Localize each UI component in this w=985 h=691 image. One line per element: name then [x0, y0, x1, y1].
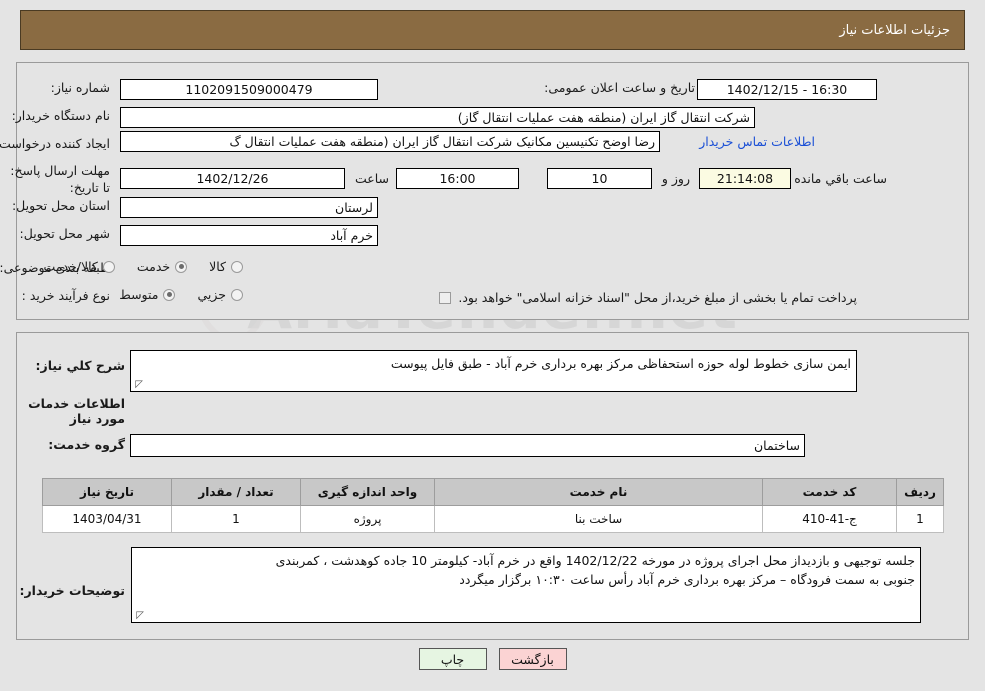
service-group-value: ساختمان	[130, 434, 805, 457]
col-name: نام خدمت	[434, 478, 763, 506]
cell-code: ج-41-410	[762, 505, 897, 533]
col-quantity: تعداد / مقدار	[171, 478, 301, 506]
category-option-label-0: کالا	[209, 259, 226, 274]
back-button[interactable]: بازگشت	[498, 648, 567, 670]
buyer-notes-line-2: جنوبی به سمت فرودگاه – مرکز بهره برداری …	[459, 572, 915, 588]
deadline-label: مهلت ارسال پاسخ: تا تاریخ:	[10, 163, 110, 195]
page-root: جزئیات اطلاعات نیاز AriaTender.net شماره…	[0, 0, 985, 691]
col-code: کد خدمت	[762, 478, 897, 506]
request-creator-label: ایجاد کننده درخواست:	[0, 136, 110, 151]
col-date: تاریخ نیاز	[42, 478, 172, 506]
buyer-notes-label: توضیحات خریدار:	[19, 583, 125, 598]
category-option-2[interactable]: کالا/خدمت	[43, 259, 115, 274]
need-summary-label: شرح کلي نیاز:	[35, 358, 125, 373]
process-option-label-0: جزیي	[197, 287, 226, 302]
request-creator-value: رضا اوضح تکنیسین مکانیک شرکت انتقال گاز …	[120, 131, 660, 152]
hour-label: ساعت	[354, 171, 389, 186]
countdown-label: ساعت باقي مانده	[794, 171, 887, 186]
remaining-days-value: 10	[547, 168, 652, 189]
print-button[interactable]: چاپ	[418, 648, 487, 670]
announce-label-row: تاریخ و ساعت اعلان عمومی:	[544, 80, 695, 95]
category-radio-2[interactable]	[102, 260, 115, 273]
buyer-org-label: نام دستگاه خریدار:	[11, 108, 110, 123]
category-option-label-1: خدمت	[136, 259, 171, 274]
process-option-1[interactable]: متوسط	[119, 287, 176, 302]
remaining-days-label: روز و	[661, 171, 690, 186]
buyer-notes-line-1: جلسه توجیهی و بازدیداز محل اجرای پروژه د…	[275, 553, 915, 568]
process-label-row: نوع فرآیند خرید :	[22, 288, 110, 303]
category-radio-1[interactable]	[175, 260, 188, 273]
services-table: ردیف کد خدمت نام خدمت واحد اندازه گیری ت…	[42, 478, 944, 533]
page-title-bar: جزئیات اطلاعات نیاز	[20, 10, 965, 50]
table-row: 1 ج-41-410 ساخت بنا پروژه 1 1403/04/31	[42, 505, 944, 533]
buyer-notes-textarea[interactable]: جلسه توجیهی و بازدیداز محل اجرای پروژه د…	[131, 547, 921, 623]
category-option-label-2: کالا/خدمت	[43, 259, 98, 274]
cell-date: 1403/04/31	[42, 505, 172, 533]
category-option-1[interactable]: خدمت	[136, 259, 188, 274]
services-section-heading: اطلاعات خدمات مورد نیاز	[28, 396, 125, 426]
need-info-panel	[16, 62, 969, 320]
deadline-date-value: 1402/12/26	[120, 168, 345, 189]
city-label-row: شهر محل تحویل:	[20, 226, 110, 241]
process-radio-1[interactable]	[163, 288, 176, 301]
page-title: جزئیات اطلاعات نیاز	[839, 22, 950, 38]
cell-index: 1	[896, 505, 944, 533]
process-option-label-1: متوسط	[119, 287, 159, 302]
resize-grip-icon[interactable]: ◸	[133, 380, 143, 390]
need-summary-value: ایمن سازی خطوط لوله حوزه استحفاظی مرکز ب…	[390, 356, 851, 371]
category-option-0[interactable]: کالا	[209, 259, 243, 274]
need-summary-textarea[interactable]: ایمن سازی خطوط لوله حوزه استحفاظی مرکز ب…	[130, 350, 857, 392]
process-option-0[interactable]: جزیي	[197, 287, 243, 302]
buyer-contact-link[interactable]: اطلاعات تماس خریدار	[699, 134, 815, 149]
cell-name: ساخت بنا	[434, 505, 763, 533]
table-header-row: ردیف کد خدمت نام خدمت واحد اندازه گیری ت…	[42, 478, 944, 506]
treasury-checkbox[interactable]	[439, 292, 451, 304]
delivery-city-label: شهر محل تحویل:	[19, 226, 110, 241]
footer-button-bar: بازگشت چاپ	[0, 648, 985, 670]
delivery-province-value: لرستان	[120, 197, 378, 218]
province-label-row: استان محل تحویل:	[12, 198, 110, 213]
buyer-org-value: شرکت انتقال گاز ایران (منطقه هفت عملیات …	[120, 107, 755, 128]
category-radio-0[interactable]	[231, 260, 243, 273]
announce-datetime-label: تاریخ و ساعت اعلان عمومی:	[544, 80, 695, 95]
cell-quantity: 1	[171, 505, 301, 533]
category-radio-set: کالا خدمت کالا/خدمت	[43, 259, 243, 274]
announce-datetime-value: 16:30 - 1402/12/15	[697, 79, 877, 100]
service-group-label: گروه خدمت:	[48, 437, 125, 452]
need-number-label-row: شماره نیاز:	[51, 80, 110, 95]
cell-unit: پروژه	[300, 505, 435, 533]
buyer-label-row: نام دستگاه خریدار:	[12, 108, 110, 123]
process-radio-0[interactable]	[231, 288, 243, 301]
hour-value: 16:00	[396, 168, 519, 189]
deadline-label-row: مهلت ارسال پاسخ: تا تاریخ:	[5, 163, 110, 197]
col-unit: واحد اندازه گیری	[300, 478, 435, 506]
resize-grip-icon[interactable]: ◸	[134, 611, 144, 621]
need-number-value: 1102091509000479	[120, 79, 378, 100]
col-index: ردیف	[896, 478, 944, 506]
need-number-label: شماره نیاز:	[50, 80, 110, 95]
delivery-province-label: استان محل تحویل:	[11, 198, 110, 213]
countdown-value: 21:14:08	[699, 168, 791, 189]
purchase-process-label: نوع فرآیند خرید :	[21, 288, 110, 303]
treasury-note-label: پرداخت تمام یا بخشی از مبلغ خرید،از محل …	[458, 290, 857, 305]
creator-label-row: ایجاد کننده درخواست:	[0, 136, 110, 151]
delivery-city-value: خرم آباد	[120, 225, 378, 246]
process-radio-set: جزیي متوسط	[119, 287, 243, 302]
